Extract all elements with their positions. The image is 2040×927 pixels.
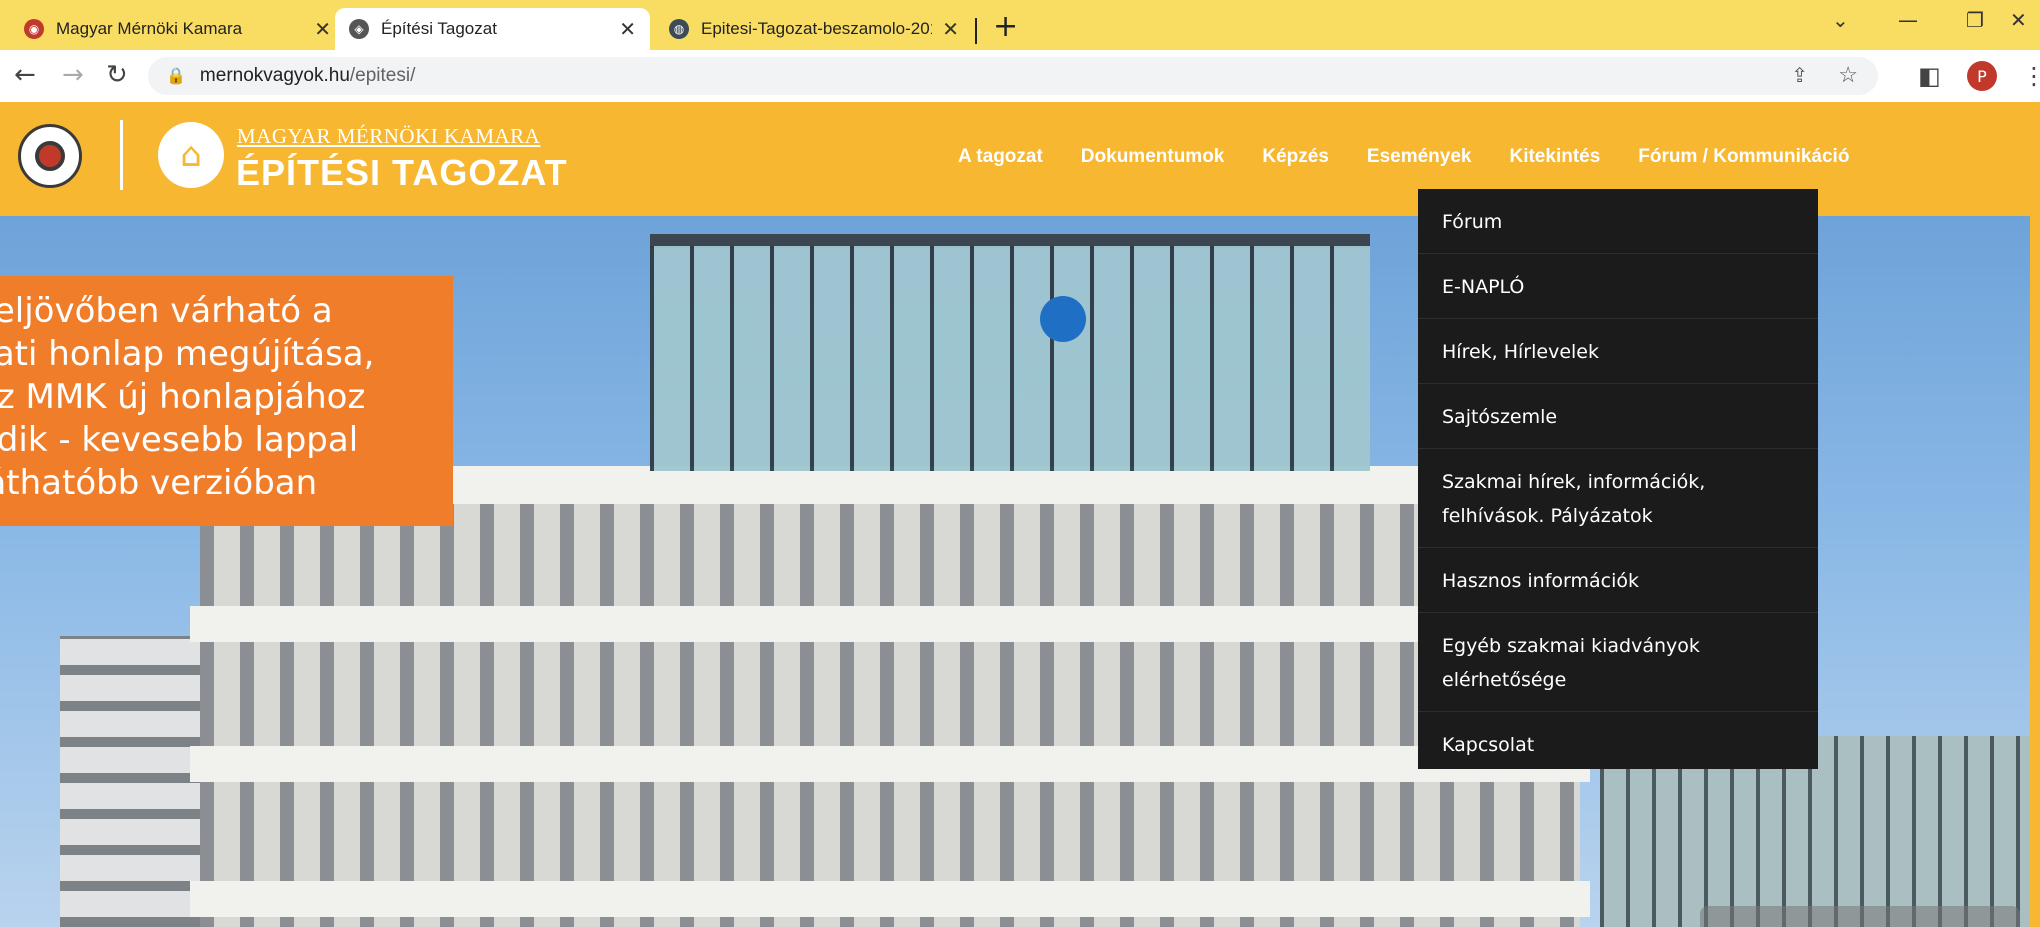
- building-floor-band: [190, 881, 1590, 917]
- dropdown-item-forum[interactable]: Fórum: [1418, 189, 1818, 254]
- building-glass-facade: [650, 246, 1370, 471]
- reload-icon[interactable]: ↻: [106, 60, 128, 90]
- url-domain: mernokvagyok.hu: [199, 65, 350, 86]
- close-icon[interactable]: ✕: [314, 17, 331, 42]
- forum-dropdown-menu: Fórum E-NAPLÓ Hírek, Hírlevelek Sajtósze…: [1418, 189, 1818, 769]
- brand-subtitle[interactable]: MAGYAR MÉRNÖKI KAMARA: [237, 124, 540, 149]
- callout-line: az MMK új honlapjához: [0, 377, 366, 417]
- dropdown-item-sajtoszemle[interactable]: Sajtószemle: [1418, 384, 1818, 449]
- callout-line: láthatóbb verzióban: [0, 463, 318, 503]
- forward-arrow-icon[interactable]: →: [62, 60, 84, 90]
- brand-title[interactable]: ÉPÍTÉSI TAGOZAT: [236, 152, 568, 194]
- browser-toolbar: ← → ↻ 🔒 mernokvagyok.hu/epitesi/ ⇪ ☆ ◧ P…: [0, 50, 2040, 102]
- nav-item-dokumentumok[interactable]: Dokumentumok: [1081, 146, 1225, 168]
- building-main: [200, 466, 1580, 927]
- tab-title: Magyar Mérnöki Kamara: [56, 19, 243, 38]
- close-icon[interactable]: ✕: [619, 17, 636, 42]
- announcement-callout: zeljövőben várható a zati honlap megújít…: [0, 276, 453, 526]
- browser-tab-strip: ◉ Magyar Mérnöki Kamara ✕ ◈ Építési Tago…: [0, 0, 2040, 50]
- close-icon[interactable]: ✕: [942, 17, 959, 42]
- side-panel-icon[interactable]: ◧: [1918, 62, 1941, 90]
- address-bar[interactable]: 🔒 mernokvagyok.hu/epitesi/ ⇪ ☆: [148, 57, 1878, 95]
- close-window-button[interactable]: ✕: [2010, 8, 2027, 32]
- dropdown-item-szakmai-hirek[interactable]: Szakmai hírek, információk, felhívások. …: [1418, 449, 1818, 548]
- site-favicon-icon: ◈: [349, 19, 369, 39]
- nav-item-forum-kommunikacio[interactable]: Fórum / Kommunikáció: [1638, 146, 1849, 168]
- building-floor-band: [190, 746, 1590, 782]
- main-nav: A tagozat Dokumentumok Képzés Események …: [958, 146, 1887, 168]
- bookmark-star-icon[interactable]: ☆: [1838, 62, 1858, 88]
- mmk-logo-icon[interactable]: [18, 124, 82, 188]
- dropdown-item-kapcsolat[interactable]: Kapcsolat: [1418, 712, 1818, 776]
- nav-item-a-tagozat[interactable]: A tagozat: [958, 146, 1043, 168]
- dropdown-item-hasznos-informaciok[interactable]: Hasznos információk: [1418, 548, 1818, 613]
- dropdown-item-egyeb-kiadvanyok[interactable]: Egyéb szakmai kiadványok elérhetősége: [1418, 613, 1818, 712]
- lock-icon: 🔒: [166, 68, 186, 85]
- tab-separator: [975, 18, 977, 44]
- new-tab-button[interactable]: +: [993, 12, 1018, 42]
- minimize-button[interactable]: —: [1898, 8, 1918, 32]
- hero-slider-control[interactable]: [1700, 906, 2020, 927]
- menu-kebab-icon[interactable]: ⋮: [2022, 62, 2040, 90]
- dropdown-item-hirek[interactable]: Hírek, Hírlevelek: [1418, 319, 1818, 384]
- back-arrow-icon[interactable]: ←: [14, 60, 36, 90]
- callout-line: zeljövőben várható a: [0, 291, 333, 331]
- tab-title: Epitesi-Tagozat-beszamolo-2019: [701, 19, 933, 38]
- logo-divider: [120, 120, 123, 190]
- tab-title: Építési Tagozat: [381, 19, 497, 38]
- building-logo-mark: [1040, 296, 1086, 342]
- mmk-favicon-icon: ◉: [24, 19, 44, 39]
- restore-button[interactable]: ❐: [1966, 8, 1984, 32]
- tab-search-icon[interactable]: ⌄: [1832, 8, 1849, 32]
- dropdown-item-e-naplo[interactable]: E-NAPLÓ: [1418, 254, 1818, 319]
- globe-icon: ◍: [669, 19, 689, 39]
- tab-magyar-mernoki-kamara[interactable]: ◉ Magyar Mérnöki Kamara ✕: [10, 8, 345, 50]
- profile-avatar[interactable]: P: [1967, 61, 1997, 91]
- building-floor-band: [190, 606, 1590, 642]
- share-icon[interactable]: ⇪: [1791, 63, 1808, 88]
- nav-item-kepzes[interactable]: Képzés: [1262, 146, 1329, 168]
- nav-item-kitekintes[interactable]: Kitekintés: [1509, 146, 1600, 168]
- nav-item-esemenyek[interactable]: Események: [1367, 146, 1472, 168]
- url-path: /epitesi/: [349, 65, 416, 86]
- callout-line: odik - kevesebb lappal: [0, 420, 359, 460]
- tab-beszamolo[interactable]: ◍ Epitesi-Tagozat-beszamolo-2019 ✕: [655, 8, 973, 50]
- house-logo-icon[interactable]: ⌂: [158, 122, 224, 188]
- tab-epitesi-tagozat[interactable]: ◈ Építési Tagozat ✕: [335, 8, 650, 50]
- callout-line: zati honlap megújítása,: [0, 334, 375, 374]
